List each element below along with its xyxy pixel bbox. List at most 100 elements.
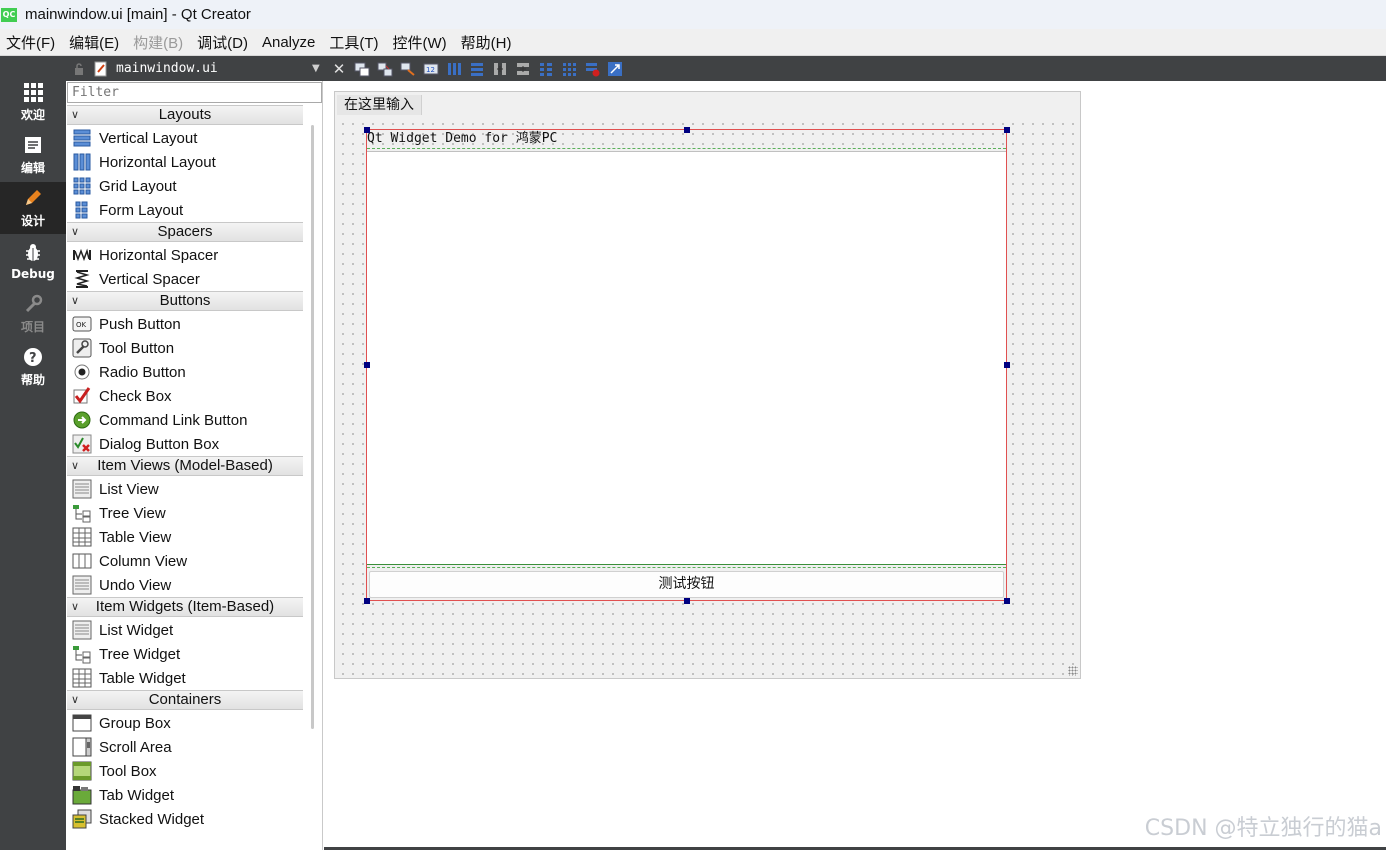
mode-label: 设计	[20, 214, 45, 228]
selection-handle-top-left[interactable]	[364, 127, 370, 133]
undo-view-icon	[72, 575, 92, 595]
edit-tab-order-icon[interactable]: 12	[423, 61, 439, 77]
widget-item[interactable]: Group Box	[67, 711, 303, 735]
wrench-icon	[22, 293, 44, 315]
widget-item-label: Form Layout	[99, 201, 184, 219]
selection-handle-top-right[interactable]	[1004, 127, 1010, 133]
menu-item-3[interactable]: 调试(D)	[191, 32, 256, 53]
widget-item[interactable]: Horizontal Layout	[67, 150, 303, 174]
main-window-form[interactable]: 在这里输入 Qt Widget Demo for 鸿蒙PC 测试按钮	[334, 91, 1081, 679]
open-file-name[interactable]: mainwindow.ui	[116, 61, 312, 76]
widget-category-header[interactable]: ∨ Layouts	[67, 105, 303, 125]
form-resize-grip[interactable]	[1068, 666, 1078, 676]
edit-buddies-icon[interactable]	[400, 61, 416, 77]
mode-button-2[interactable]: 设计	[0, 182, 66, 234]
widget-item[interactable]: Form Layout	[67, 198, 303, 222]
widget-item[interactable]: Tool Box	[67, 759, 303, 783]
mode-button-0[interactable]: 欢迎	[0, 76, 66, 128]
push-button-icon: OK	[72, 314, 92, 334]
selection-handle-bottom[interactable]	[684, 598, 690, 604]
check-box-icon	[72, 386, 92, 406]
widget-item[interactable]: Vertical Spacer	[67, 267, 303, 291]
tab-widget-icon	[72, 785, 92, 805]
widget-item[interactable]: Undo View	[67, 573, 303, 597]
widget-item-label: Vertical Layout	[99, 129, 198, 147]
widget-item[interactable]: Radio Button	[67, 360, 303, 384]
selection-handle-top[interactable]	[684, 127, 690, 133]
layout-form-icon[interactable]	[538, 61, 554, 77]
widget-item[interactable]: OK Push Button	[67, 312, 303, 336]
widget-item[interactable]: Vertical Layout	[67, 126, 303, 150]
menu-item-0[interactable]: 文件(F)	[0, 32, 63, 53]
test-push-button[interactable]: 测试按钮	[369, 571, 1004, 598]
edit-widgets-icon[interactable]	[354, 61, 370, 77]
menu-item-5[interactable]: 工具(T)	[323, 32, 386, 53]
widget-box-scrollbar[interactable]	[311, 125, 314, 729]
selection-handle-left[interactable]	[364, 362, 370, 368]
widget-item[interactable]: Stacked Widget	[67, 807, 303, 831]
menu-item-2[interactable]: 构建(B)	[127, 32, 191, 53]
title-bar: QC mainwindow.ui [main] - Qt Creator	[0, 0, 1386, 29]
selection-handle-bottom-left[interactable]	[364, 598, 370, 604]
widget-item[interactable]: Grid Layout	[67, 174, 303, 198]
widget-category-name: Item Views (Model-Based)	[97, 457, 273, 474]
file-dropdown-icon[interactable]: ▼	[312, 63, 326, 74]
layout-vertical-splitter-icon[interactable]	[515, 61, 531, 77]
widget-item-label: Column View	[99, 552, 188, 570]
break-layout-icon[interactable]	[584, 61, 600, 77]
widget-item[interactable]: Tab Widget	[67, 783, 303, 807]
scroll-area-icon	[72, 737, 92, 757]
widget-item-label: Dialog Button Box	[99, 435, 220, 453]
close-document-icon[interactable]: ✕	[331, 60, 347, 78]
widget-item-label: Command Link Button	[99, 411, 248, 429]
ui-file-icon	[94, 61, 108, 77]
form-editor-area: 在这里输入 Qt Widget Demo for 鸿蒙PC 测试按钮 CSDN …	[324, 81, 1386, 850]
menu-item-7[interactable]: 帮助(H)	[455, 32, 520, 53]
layout-vertically-icon[interactable]	[469, 61, 485, 77]
widget-item[interactable]: Tree View	[67, 501, 303, 525]
widget-item[interactable]: Tool Button	[67, 336, 303, 360]
help-icon: ?	[22, 346, 44, 368]
lock-icon[interactable]	[72, 62, 86, 76]
widget-item-label: Radio Button	[99, 363, 186, 381]
mode-button-5[interactable]: ? 帮助	[0, 341, 66, 393]
selection-handle-bottom-right[interactable]	[1004, 598, 1010, 604]
widget-category-header[interactable]: ∨ Spacers	[67, 222, 303, 242]
widget-item-label: Horizontal Layout	[99, 153, 216, 171]
widget-category-header[interactable]: ∨ Item Widgets (Item-Based)	[67, 597, 303, 617]
widget-category-header[interactable]: ∨ Containers	[67, 690, 303, 710]
widget-item[interactable]: Dialog Button Box	[67, 432, 303, 456]
widget-item[interactable]: Horizontal Spacer	[67, 243, 303, 267]
widget-filter-input[interactable]	[67, 82, 322, 103]
menu-item-4[interactable]: Analyze	[256, 34, 323, 51]
widget-item[interactable]: Check Box	[67, 384, 303, 408]
mode-button-1[interactable]: 编辑	[0, 129, 66, 181]
grid-icon	[22, 81, 44, 103]
widget-item[interactable]: Tree Widget	[67, 642, 303, 666]
widget-item[interactable]: Table Widget	[67, 666, 303, 690]
widget-item[interactable]: Column View	[67, 549, 303, 573]
central-widget-vertical-layout[interactable]: Qt Widget Demo for 鸿蒙PC 测试按钮	[366, 129, 1007, 601]
mode-button-3[interactable]: Debug	[0, 235, 66, 287]
layout-grid-icon[interactable]	[561, 61, 577, 77]
layout-horizontal-splitter-icon[interactable]	[492, 61, 508, 77]
list-widget-icon	[72, 620, 92, 640]
menu-item-6[interactable]: 控件(W)	[387, 32, 455, 53]
layout-horizontally-icon[interactable]	[446, 61, 462, 77]
text-edit-widget[interactable]	[367, 151, 1006, 565]
type-here-menu-placeholder[interactable]: 在这里输入	[337, 95, 422, 115]
widget-item[interactable]: List View	[67, 477, 303, 501]
widget-item[interactable]: Command Link Button	[67, 408, 303, 432]
adjust-size-icon[interactable]	[607, 61, 623, 77]
widget-item[interactable]: Table View	[67, 525, 303, 549]
widget-category-header[interactable]: ∨ Item Views (Model-Based)	[67, 456, 303, 476]
vertical-layout-icon	[72, 128, 92, 148]
edit-signals-slots-icon[interactable]	[377, 61, 393, 77]
widget-item[interactable]: Scroll Area	[67, 735, 303, 759]
widget-item[interactable]: List Widget	[67, 618, 303, 642]
widget-item-label: Tree View	[99, 504, 166, 522]
widget-category-header[interactable]: ∨ Buttons	[67, 291, 303, 311]
mode-label: 帮助	[20, 373, 45, 387]
menu-item-1[interactable]: 编辑(E)	[63, 32, 127, 53]
selection-handle-right[interactable]	[1004, 362, 1010, 368]
